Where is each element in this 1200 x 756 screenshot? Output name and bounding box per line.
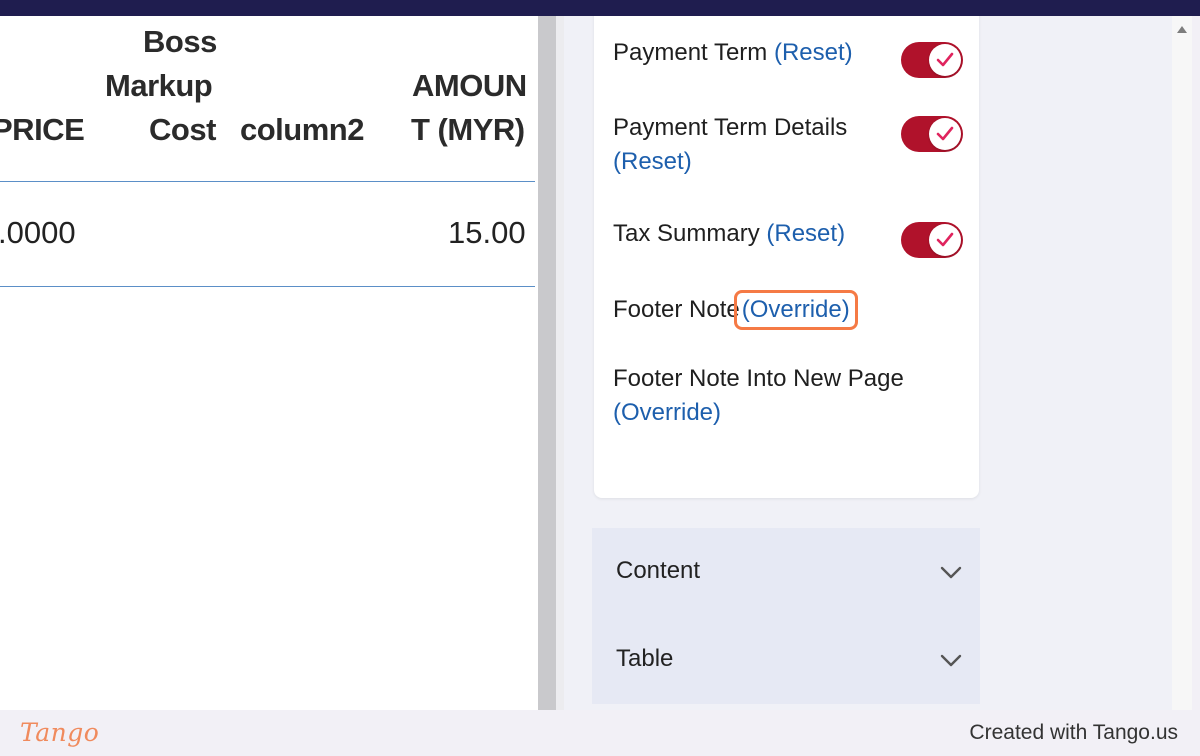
header-column2: column2: [240, 112, 364, 147]
top-bar: [0, 0, 1200, 16]
toggle-knob: [929, 224, 961, 256]
header-boss-markup-line3: Cost: [149, 112, 216, 147]
chevron-down-icon: [940, 566, 962, 579]
setting-payment-term: Payment Term (Reset): [613, 36, 903, 70]
tango-logo: Tango: [20, 718, 100, 747]
chevron-down-icon: [940, 654, 962, 667]
setting-payment-term-label: Payment Term: [613, 39, 768, 66]
payment-term-details-reset-link[interactable]: (Reset): [613, 148, 692, 175]
row-divider: [0, 286, 535, 287]
setting-tax-summary: Tax Summary (Reset): [613, 217, 903, 251]
payment-term-reset-link[interactable]: (Reset): [774, 39, 853, 66]
toggle-knob: [929, 44, 961, 76]
setting-footer-note-new-page: Footer Note Into New Page (Override): [613, 362, 953, 430]
settings-panel: Payment Term (Reset) Payment Term Detail…: [564, 16, 1172, 710]
header-amount-line1: AMOUN: [412, 68, 527, 103]
header-divider: [0, 181, 535, 182]
accordion-table[interactable]: Table: [592, 616, 980, 704]
accordion-content[interactable]: Content: [592, 528, 980, 616]
setting-footer-note: Footer Note(Override): [613, 290, 953, 330]
check-icon: [936, 232, 954, 247]
payment-term-toggle[interactable]: [901, 42, 963, 78]
accordion-content-label: Content: [616, 557, 701, 584]
cell-amount: 15.00: [448, 215, 526, 250]
section-settings-card: Payment Term (Reset) Payment Term Detail…: [594, 16, 979, 498]
check-icon: [936, 126, 954, 141]
accordion-table-label: Table: [616, 645, 674, 672]
check-icon: [936, 52, 954, 67]
document-preview: PRICE Boss Markup Cost column2 AMOUN T (…: [0, 16, 538, 710]
setting-payment-term-details-label: Payment Term Details: [613, 114, 848, 141]
splitter-edge: [556, 16, 564, 710]
header-price: PRICE: [0, 112, 85, 147]
app-window: PRICE Boss Markup Cost column2 AMOUN T (…: [0, 16, 1192, 710]
cell-price: .0000: [0, 215, 76, 250]
payment-term-details-toggle[interactable]: [901, 116, 963, 152]
header-amount-line2: T (MYR): [411, 112, 525, 147]
screenshot-frame: PRICE Boss Markup Cost column2 AMOUN T (…: [0, 0, 1200, 710]
vertical-scrollbar[interactable]: [1172, 16, 1192, 710]
setting-footer-note-new-page-label: Footer Note Into New Page: [613, 365, 904, 392]
tango-footer: Tango Created with Tango.us: [0, 710, 1200, 756]
tax-summary-toggle[interactable]: [901, 222, 963, 258]
tax-summary-reset-link[interactable]: (Reset): [766, 220, 845, 247]
setting-tax-summary-label: Tax Summary: [613, 220, 760, 247]
header-boss-markup-line2: Markup: [105, 68, 213, 103]
setting-payment-term-details: Payment Term Details (Reset): [613, 111, 903, 179]
scroll-up-arrow-icon[interactable]: [1177, 26, 1187, 33]
tango-credit: Created with Tango.us: [969, 721, 1178, 744]
header-boss-markup-line1: Boss: [143, 24, 217, 59]
footer-note-new-page-override-link[interactable]: (Override): [613, 399, 721, 426]
setting-footer-note-label: Footer Note: [613, 296, 740, 323]
toggle-knob: [929, 118, 961, 150]
footer-note-override-link[interactable]: (Override): [733, 290, 858, 330]
